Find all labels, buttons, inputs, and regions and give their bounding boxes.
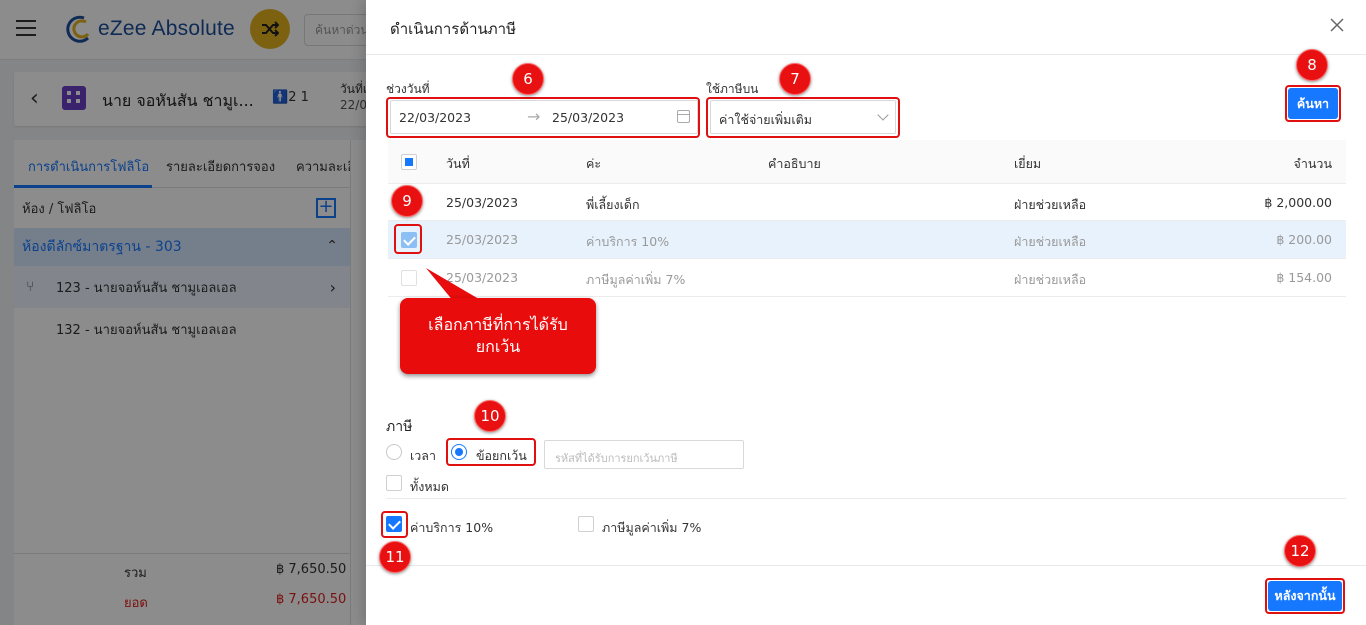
step-badge: 6: [512, 63, 544, 95]
drawer-title: ดำเนินการด้านภาษี: [390, 20, 516, 38]
highlight-box: [446, 438, 536, 466]
highlight-box: [394, 224, 422, 254]
cell-charge: พี่เลี้ยงเด็ก: [586, 197, 640, 212]
highlight-box: [1265, 578, 1345, 614]
radio-time-label: เวลา: [410, 448, 436, 463]
cell-charge: ค่าบริการ 10%: [586, 234, 670, 249]
cell-amount: ฿ 154.00: [1276, 270, 1332, 285]
step-badge: 9: [391, 185, 423, 217]
drawer-footer-divider: [366, 565, 1366, 566]
tax-operations-drawer: ดำเนินการด้านภาษี ช่วงวันที่ 22/03/2023 …: [366, 0, 1366, 625]
select-all-taxes-checkbox[interactable]: [386, 475, 402, 491]
modal-overlay[interactable]: [0, 0, 366, 625]
close-icon[interactable]: [1328, 16, 1346, 34]
table-row[interactable]: 25/03/2023 พี่เลี้ยงเด็ก ฝ่ายช่วยเหลือ ฿…: [388, 184, 1346, 221]
highlight-box: [1285, 85, 1341, 122]
tax-vat-label: ภาษีมูลค่าเพิ่ม 7%: [602, 520, 702, 535]
cell-charge: ภาษีมูลค่าเพิ่ม 7%: [586, 272, 686, 287]
select-all-taxes-label: ทั้งหมด: [410, 479, 449, 494]
cell-date: 25/03/2023: [446, 195, 519, 210]
col-amount: จำนวน: [1293, 156, 1332, 171]
cell-visit: ฝ่ายช่วยเหลือ: [1014, 234, 1087, 249]
cell-visit: ฝ่ายช่วยเหลือ: [1014, 197, 1087, 212]
col-date: วันที่: [446, 156, 470, 171]
highlight-box: [381, 511, 408, 538]
radio-time[interactable]: [386, 444, 402, 460]
table-row[interactable]: 25/03/2023 ค่าบริการ 10% ฝ่ายช่วยเหลือ ฿…: [388, 221, 1346, 259]
table-row[interactable]: 25/03/2023 ภาษีมูลค่าเพิ่ม 7% ฝ่ายช่วยเห…: [388, 259, 1346, 297]
tax-vat-checkbox[interactable]: [578, 516, 594, 532]
step-badge: 10: [474, 400, 506, 432]
cell-visit: ฝ่ายช่วยเหลือ: [1014, 272, 1087, 287]
col-visit: เยี่ยม: [1014, 156, 1042, 171]
step-badge: 12: [1284, 535, 1316, 567]
exempt-code-input[interactable]: รหัสที่ได้รับการยกเว้นภาษี: [544, 440, 744, 469]
tax-service-label: ค่าบริการ 10%: [410, 520, 494, 535]
select-all-checkbox[interactable]: [401, 154, 417, 170]
row-checkbox[interactable]: [401, 270, 417, 286]
drawer-header: ดำเนินการด้านภาษี: [366, 0, 1366, 55]
divider: [386, 498, 1346, 499]
tax-section-title: ภาษี: [386, 419, 413, 435]
highlight-box: [386, 97, 700, 138]
callout-note: เลือกภาษีที่การได้รับยกเว้น: [400, 298, 596, 374]
cell-amount: ฿ 200.00: [1276, 232, 1332, 247]
cell-date: 25/03/2023: [446, 232, 519, 247]
col-charge: ค่ะ: [586, 156, 602, 171]
step-badge: 7: [779, 63, 811, 95]
col-description: คำอธิบาย: [768, 156, 821, 171]
step-badge: 11: [379, 541, 411, 573]
table-header: วันที่ ค่ะ คำอธิบาย เยี่ยม จำนวน: [388, 140, 1346, 184]
highlight-box: [706, 97, 900, 138]
cell-amount: ฿ 2,000.00: [1264, 195, 1332, 210]
cell-date: 25/03/2023: [446, 270, 519, 285]
step-badge: 8: [1296, 49, 1328, 81]
